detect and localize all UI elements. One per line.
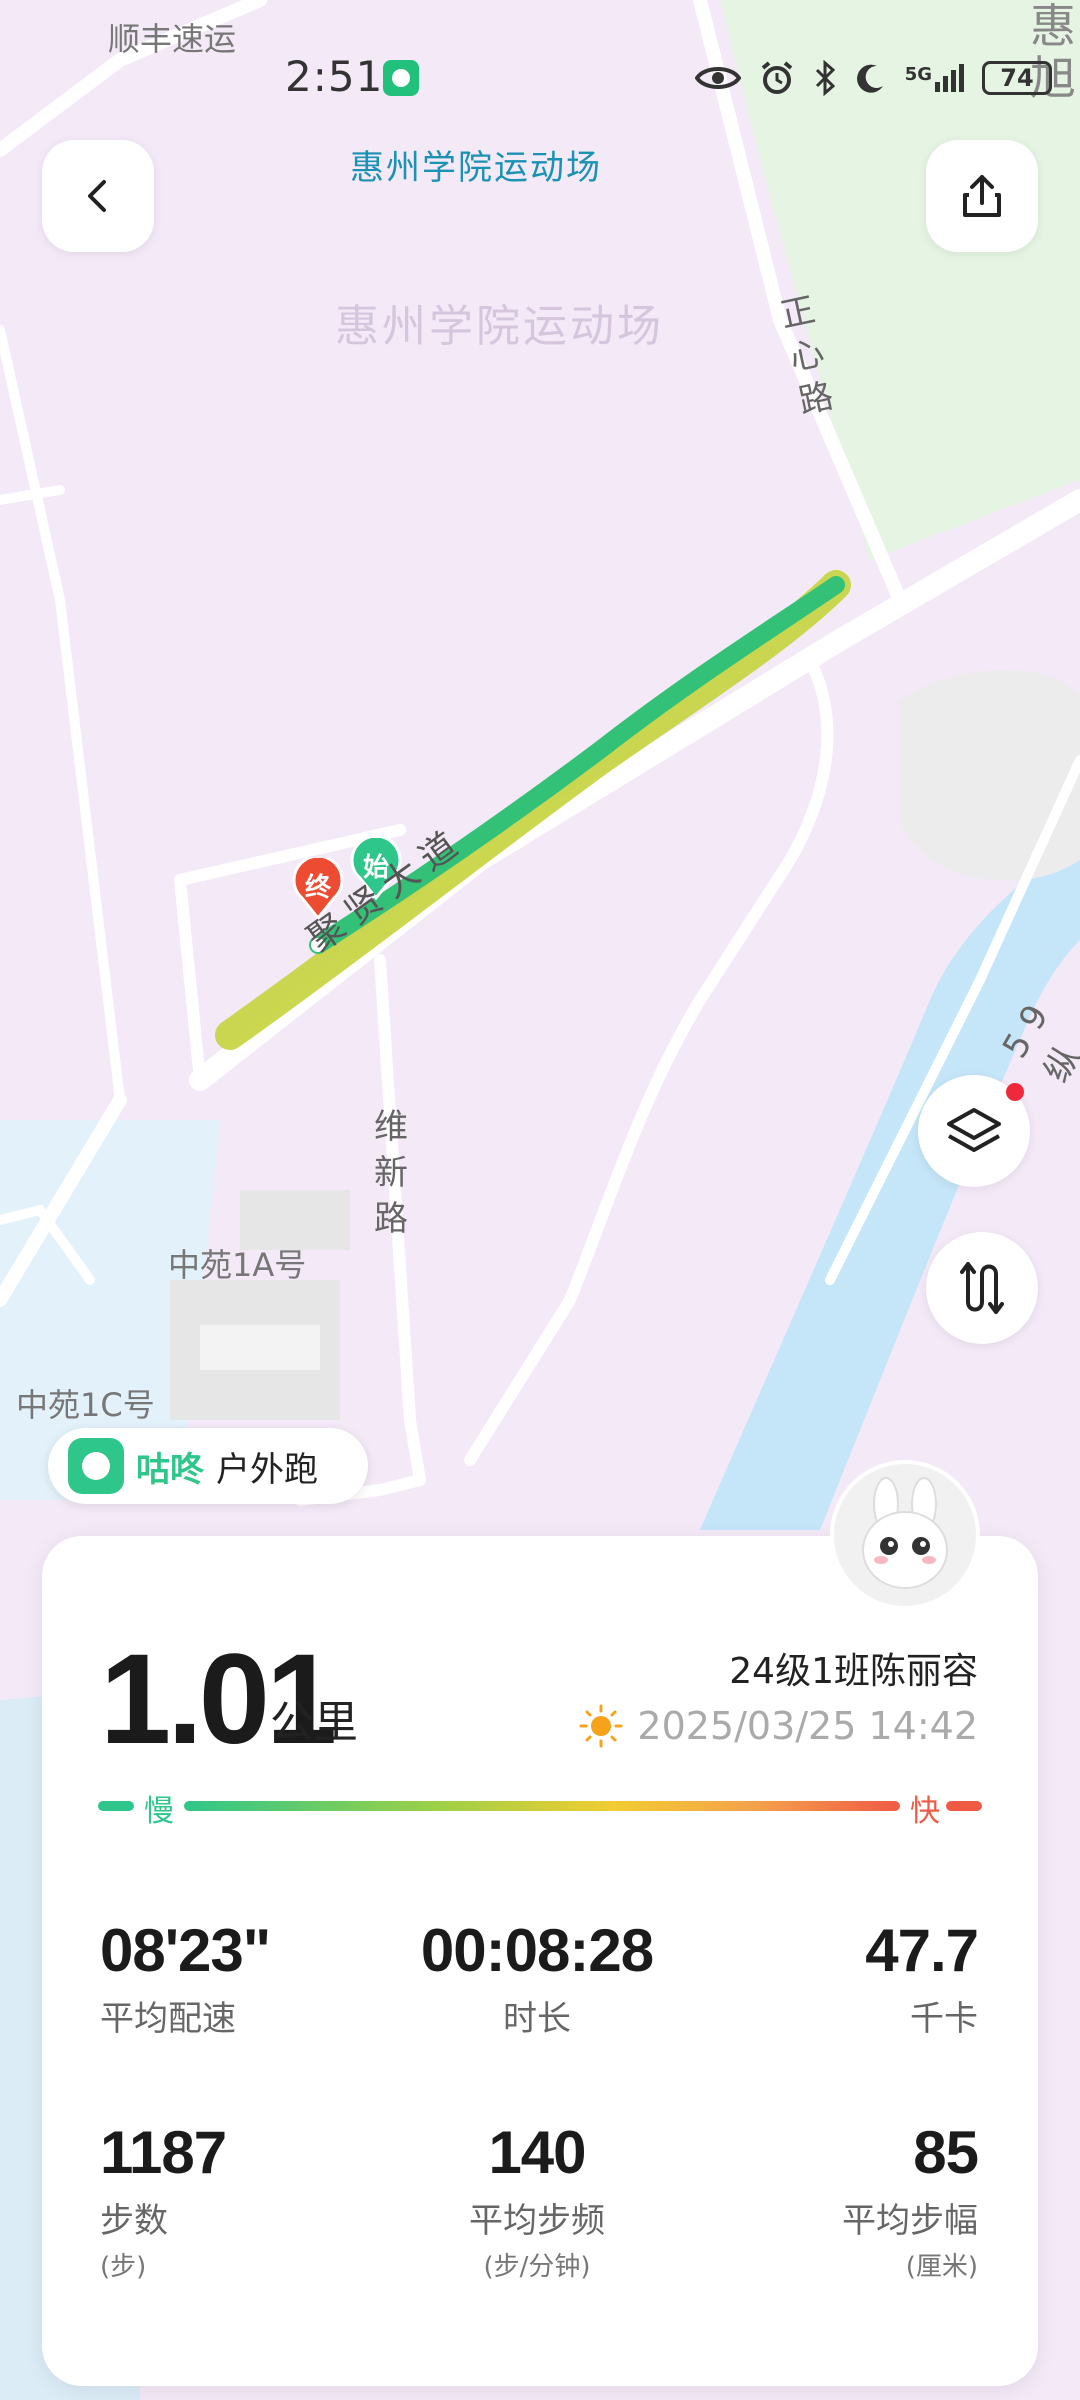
building-label-1a: 中苑1A号 — [168, 1246, 307, 1284]
stat-avg-pace: 08'23" 平均配速 — [100, 1916, 271, 2040]
status-time: 2:51 — [285, 52, 384, 101]
back-button[interactable] — [42, 140, 154, 252]
pace-legend: 慢 快 — [98, 1786, 982, 1829]
run-datetime: 2025/03/25 14:42 — [637, 1704, 978, 1748]
stat-value: 47.7 — [865, 1917, 979, 1984]
stat-calories: 47.7 千卡 — [865, 1916, 979, 2040]
date-row: 2025/03/25 14:42 — [579, 1704, 978, 1748]
stat-value: 1187 — [100, 2119, 227, 2186]
stat-unit: (步/分钟) — [483, 2252, 591, 2282]
battery-indicator: 74 — [982, 61, 1052, 95]
share-button[interactable] — [926, 140, 1038, 252]
map-title: 惠州学院运动场 — [350, 148, 602, 188]
pace-slow-dash — [98, 1801, 134, 1811]
stat-label: 平均配速 — [100, 1999, 236, 2039]
avatar[interactable] — [830, 1460, 980, 1610]
stat-value: 140 — [488, 2119, 586, 2186]
route-replay-button[interactable] — [926, 1232, 1038, 1344]
pace-fast-dash — [946, 1801, 982, 1811]
pace-gradient-bar — [184, 1801, 900, 1811]
distance-unit: 公里 — [270, 1697, 358, 1748]
stat-steps: 1187 步数 (步) — [100, 2118, 227, 2283]
stat-value: 08'23" — [100, 1917, 271, 1984]
stat-label: 平均步频 — [469, 2201, 605, 2241]
building-label-1c: 中苑1C号 — [16, 1386, 155, 1424]
signal-icon: 5G — [905, 64, 964, 92]
map-layers-button[interactable] — [918, 1075, 1030, 1187]
stat-duration: 00:08:28 时长 — [402, 1916, 672, 2040]
share-icon — [963, 175, 1001, 217]
activity-type: 户外跑 — [216, 1449, 318, 1490]
stat-unit: (厘米) — [905, 2252, 978, 2282]
stat-unit: (步) — [100, 2252, 147, 2282]
stat-label: 步数 — [100, 2201, 168, 2241]
stat-label: 平均步幅 — [842, 2201, 978, 2241]
sun-icon — [579, 1704, 623, 1748]
route-icon — [960, 1262, 1004, 1314]
user-name: 24级1班陈丽容 — [729, 1651, 978, 1692]
stat-label: 千卡 — [910, 1999, 978, 2039]
back-icon — [88, 180, 106, 212]
pace-fast-label: 快 — [910, 1794, 940, 1829]
stat-value: 85 — [913, 2119, 979, 2186]
status-bar: 2:51 5G 74 — [0, 0, 1080, 150]
network-type: 5G — [904, 64, 932, 85]
app-notification-icon — [383, 60, 419, 96]
road-label-weixin: 维 新 路 — [374, 1107, 408, 1239]
notification-dot — [1006, 1083, 1024, 1101]
eye-icon — [694, 67, 741, 89]
summary-card: 1.01 公里 24级1班陈丽容 2025/03/25 14:42 慢 快 08… — [42, 1536, 1038, 2386]
app-brand: 咕咚 — [136, 1449, 204, 1490]
campus-area-label: 惠州学院运动场 — [335, 301, 664, 352]
stat-cadence: 140 平均步频 (步/分钟) — [402, 2118, 672, 2283]
alarm-icon — [761, 61, 792, 94]
moon-icon — [856, 64, 883, 93]
app-logo-icon — [68, 1438, 124, 1494]
stat-value: 00:08:28 — [420, 1917, 654, 1984]
layers-icon — [947, 1108, 1001, 1152]
pace-slow-label: 慢 — [144, 1794, 174, 1829]
app-badge: 咕咚 户外跑 — [48, 1428, 368, 1504]
bluetooth-icon — [815, 60, 835, 96]
stat-stride: 85 平均步幅 (厘米) — [842, 2118, 979, 2283]
avatar-bunny-icon — [862, 1477, 948, 1589]
stat-label: 时长 — [503, 1999, 571, 2039]
